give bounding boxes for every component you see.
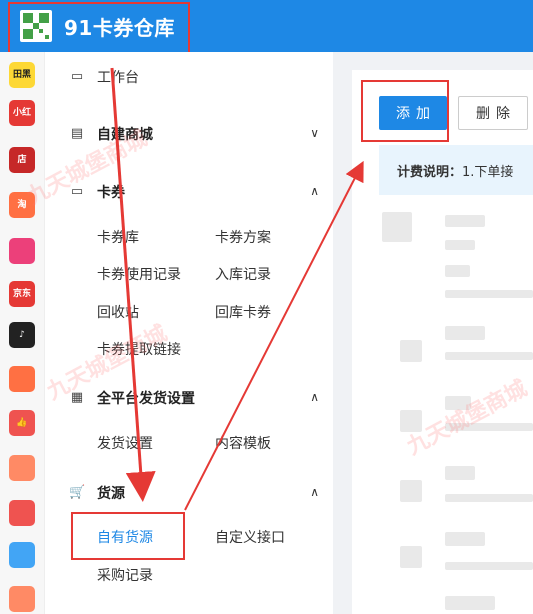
- menu-section-supply[interactable]: 🛒 货源 ∧: [45, 478, 333, 508]
- app-icon-shopee[interactable]: [9, 500, 35, 526]
- chevron-down-icon: ∨: [310, 126, 319, 140]
- submenu-coupon-library[interactable]: 卡券库: [97, 227, 139, 247]
- app-icon-bag[interactable]: [9, 455, 35, 481]
- menu-label-workbench: 工作台: [97, 70, 139, 86]
- app-icon-xiaohongshu[interactable]: 小红书: [9, 100, 35, 126]
- blurred-cell: [400, 546, 422, 568]
- annotation-box-add: [361, 80, 449, 142]
- app-icon-taobao[interactable]: 淘: [9, 192, 35, 218]
- submenu-coupon-usage[interactable]: 卡券使用记录: [97, 264, 181, 284]
- blurred-cell: [445, 596, 495, 610]
- billing-notice-label: 计费说明：: [397, 165, 463, 180]
- blurred-cell: [445, 466, 475, 480]
- app-icon-1[interactable]: 田黑: [9, 62, 35, 88]
- submenu-returned-coupons[interactable]: 回库卡券: [215, 302, 271, 322]
- blurred-cell: [400, 480, 422, 502]
- monitor-icon: ▭: [70, 69, 84, 84]
- blurred-cell: [445, 494, 533, 502]
- blurred-cell: [445, 352, 533, 360]
- menu-section-coupons[interactable]: ▭ 卡券 ∧: [45, 177, 333, 207]
- blurred-cell: [400, 340, 422, 362]
- card-icon: ▭: [70, 184, 84, 199]
- menu-label-coupons: 卡券: [97, 185, 125, 201]
- submenu-content-template[interactable]: 内容模板: [215, 433, 271, 453]
- blurred-cell: [400, 410, 422, 432]
- blurred-cell: [445, 562, 533, 570]
- submenu-purchase-records[interactable]: 采购记录: [97, 565, 153, 585]
- app-icon-jd[interactable]: 京东: [9, 281, 35, 307]
- submenu-shipping-settings[interactable]: 发货设置: [97, 433, 153, 453]
- blurred-cell: [445, 240, 475, 250]
- chevron-up-icon: ∧: [310, 485, 319, 499]
- menu-section-shipping[interactable]: ▦ 全平台发货设置 ∧: [45, 383, 333, 413]
- grid-icon: ▦: [70, 390, 84, 405]
- blurred-cell: [445, 396, 471, 410]
- app-icon-kuaishou[interactable]: [9, 366, 35, 392]
- app-icon-gift[interactable]: [9, 586, 35, 612]
- app-icon-link[interactable]: [9, 542, 35, 568]
- submenu-stock-records[interactable]: 入库记录: [215, 264, 271, 284]
- blurred-cell: [382, 212, 412, 242]
- blurred-cell: [445, 215, 485, 227]
- menu-section-mall[interactable]: ▤ 自建商城 ∨: [45, 119, 333, 149]
- app-icon-shop[interactable]: 店: [9, 147, 35, 173]
- blurred-cell: [445, 532, 485, 546]
- app-switcher-bar: 田黑小红书店淘京东 ♪ 👍: [0, 52, 45, 614]
- submenu-extract-link[interactable]: 卡券提取链接: [97, 339, 181, 359]
- menu-label-shipping: 全平台发货设置: [97, 391, 195, 407]
- menu-label-mall: 自建商城: [97, 127, 153, 143]
- annotation-box-title: [8, 2, 190, 55]
- billing-notice: 计费说明：1.下单接: [379, 145, 533, 195]
- delete-button[interactable]: 删除: [458, 96, 528, 130]
- store-icon: ▤: [70, 126, 84, 141]
- blurred-cell: [445, 290, 533, 298]
- submenu-coupon-plan[interactable]: 卡券方案: [215, 227, 271, 247]
- billing-notice-text: 1.下单接: [462, 165, 514, 180]
- menu-item-workbench[interactable]: ▭ 工作台: [45, 62, 333, 92]
- app-icon-thumb[interactable]: 👍: [9, 410, 35, 436]
- blurred-cell: [445, 326, 485, 340]
- app-icon-flower[interactable]: [9, 238, 35, 264]
- submenu-custom-api[interactable]: 自定义接口: [215, 527, 285, 547]
- annotation-box-own-supply: [71, 512, 185, 560]
- app-icon-douyin[interactable]: ♪: [9, 322, 35, 348]
- menu-label-supply: 货源: [97, 486, 125, 502]
- submenu-recycle-bin[interactable]: 回收站: [97, 302, 139, 322]
- cart-icon: 🛒: [69, 485, 86, 500]
- chevron-up-icon: ∧: [310, 390, 319, 404]
- blurred-cell: [445, 265, 470, 277]
- chevron-up-icon: ∧: [310, 184, 319, 198]
- blurred-cell: [445, 423, 533, 431]
